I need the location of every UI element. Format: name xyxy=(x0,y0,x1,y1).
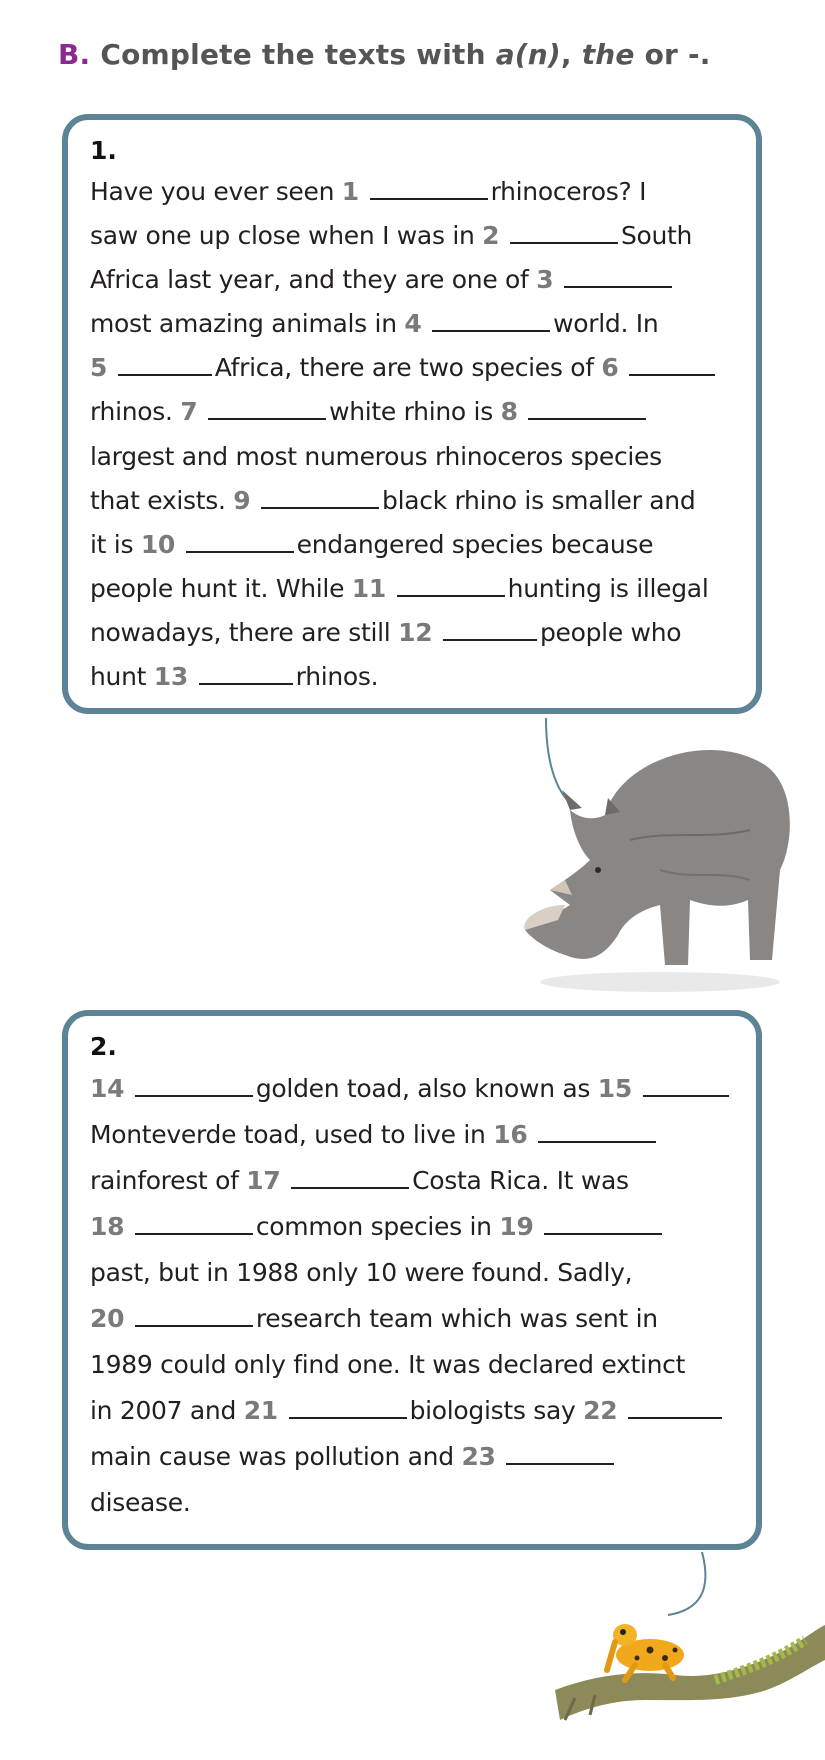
text-fragment: main cause was pollution and xyxy=(90,1442,462,1471)
text-line: 18 common species in 19 xyxy=(90,1204,738,1250)
answer-blank[interactable] xyxy=(544,1215,663,1235)
text-fragment: Costa Rica. It was xyxy=(412,1166,629,1195)
text-line: main cause was pollution and 23 xyxy=(90,1434,738,1480)
rhinoceros-image xyxy=(524,749,790,992)
gap-number: 18 xyxy=(90,1212,125,1241)
answer-blank[interactable] xyxy=(134,1215,253,1235)
text-fragment: biologists say xyxy=(409,1396,584,1425)
text-line: 20 research team which was sent in xyxy=(90,1296,738,1342)
gap-number: 16 xyxy=(493,1120,528,1149)
text-line: rainforest of 17 Costa Rica. It was xyxy=(90,1158,738,1204)
text-line: 14 golden toad, also known as 15 xyxy=(90,1066,738,1112)
answer-blank[interactable] xyxy=(134,1307,253,1327)
answer-blank[interactable] xyxy=(642,1077,729,1097)
gap-number: 14 xyxy=(90,1074,125,1103)
text-number: 2. xyxy=(90,1032,117,1061)
text-fragment: Monteverde toad, used to live in xyxy=(90,1120,494,1149)
answer-blank[interactable] xyxy=(288,1399,407,1419)
answer-blank[interactable] xyxy=(134,1077,253,1097)
text-fragment: past, but in 1988 only 10 were found. Sa… xyxy=(90,1258,633,1287)
answer-blank[interactable] xyxy=(291,1169,410,1189)
gap-number: 15 xyxy=(597,1074,633,1103)
gap-number: 22 xyxy=(583,1396,618,1425)
text-box-2: 2. 14 golden toad, also known as 15 Mont… xyxy=(62,1010,762,1550)
text-fragment: common species in xyxy=(255,1212,500,1241)
answer-blank[interactable] xyxy=(506,1445,615,1465)
text-line: in 2007 and 21 biologists say 22 xyxy=(90,1388,738,1434)
answer-blank[interactable] xyxy=(538,1123,657,1143)
answer-blank[interactable] xyxy=(627,1399,722,1419)
text-fragment: research team which was sent in xyxy=(255,1304,658,1333)
text-line: past, but in 1988 only 10 were found. Sa… xyxy=(90,1250,738,1296)
text-fragment: 1989 could only find one. It was declare… xyxy=(90,1350,686,1379)
text-fragment: disease. xyxy=(90,1488,191,1517)
gap-number: 19 xyxy=(499,1212,534,1241)
gap-number: 23 xyxy=(461,1442,496,1471)
text-fragment: rainforest of xyxy=(90,1166,247,1195)
text-line: disease. xyxy=(90,1480,738,1526)
text-line: Monteverde toad, used to live in 16 xyxy=(90,1112,738,1158)
text-fragment: golden toad, also known as xyxy=(255,1074,598,1103)
golden-toad-image xyxy=(555,1624,825,1721)
text-line: 1989 could only find one. It was declare… xyxy=(90,1342,738,1388)
gap-number: 17 xyxy=(246,1166,281,1195)
gap-number: 20 xyxy=(90,1304,125,1333)
text-body: 14 golden toad, also known as 15 Monteve… xyxy=(90,1066,738,1526)
gap-number: 21 xyxy=(243,1396,279,1425)
text-fragment: in 2007 and xyxy=(90,1396,244,1425)
